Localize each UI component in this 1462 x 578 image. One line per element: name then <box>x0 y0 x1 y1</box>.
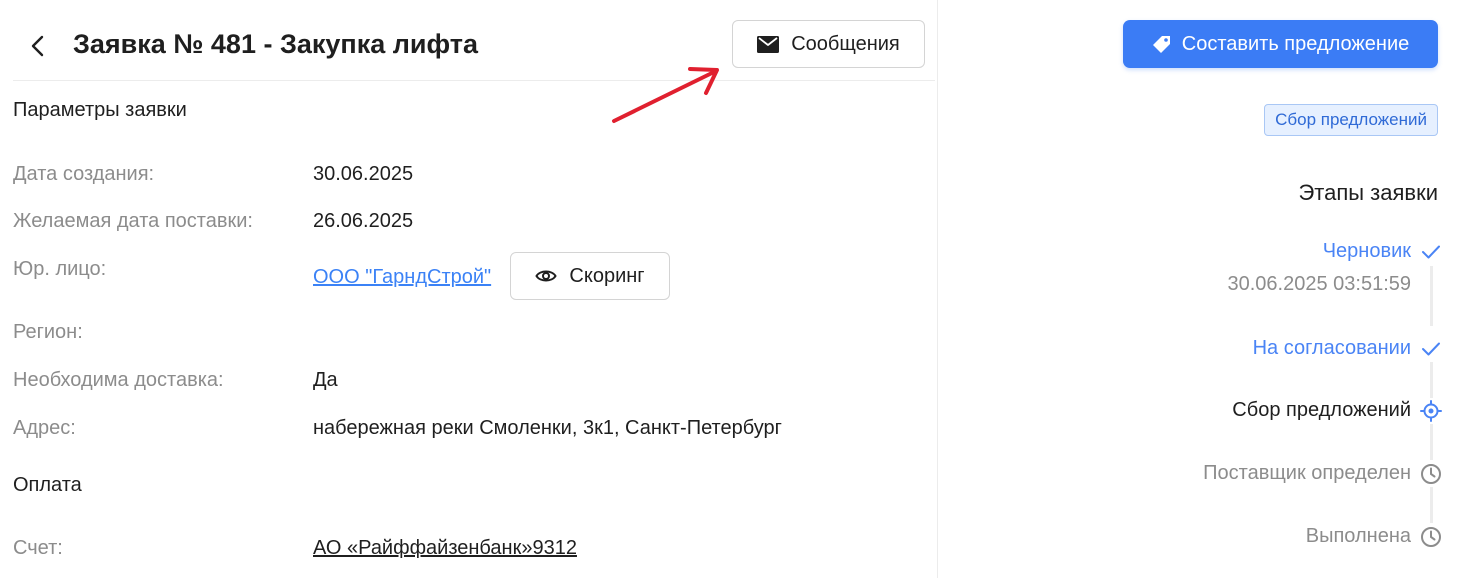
scoring-button-label: Скоринг <box>569 264 645 287</box>
params-section-title: Параметры заявки <box>13 99 187 121</box>
timeline-connector <box>1430 362 1433 398</box>
payment-section-title: Оплата <box>13 474 82 496</box>
request-sidebar: Составить предложение Сбор предложений Э… <box>938 0 1462 578</box>
clock-icon <box>1419 525 1443 549</box>
back-button[interactable] <box>24 30 52 62</box>
stages-title: Этапы заявки <box>1298 180 1438 205</box>
chevron-left-icon <box>31 35 44 57</box>
messages-button-label: Сообщения <box>791 32 900 55</box>
eye-icon <box>535 270 558 282</box>
request-details-panel: Заявка № 481 - Закупка лифта Сообщения П… <box>0 0 938 578</box>
timeline-connector <box>1430 424 1433 460</box>
stage-completed: Выполнена <box>1305 525 1411 547</box>
check-icon <box>1419 240 1443 264</box>
created-date-label: Дата создания: <box>13 163 155 185</box>
header-divider <box>13 80 935 81</box>
messages-button[interactable]: Сообщения <box>732 20 925 68</box>
stage-supplier-selected: Поставщик определен <box>1203 462 1411 484</box>
envelope-icon <box>757 35 780 53</box>
delivery-date-value: 26.06.2025 <box>313 210 414 232</box>
legal-entity-link[interactable]: ООО "ГарндСтрой" <box>313 266 491 289</box>
account-label: Счет: <box>13 537 63 559</box>
stage-draft-time: 30.06.2025 03:51:59 <box>1227 273 1411 295</box>
stage-approval: На согласовании <box>1252 337 1411 359</box>
stage-draft: Черновик <box>1322 240 1411 262</box>
tag-icon <box>1152 36 1170 53</box>
make-offer-button[interactable]: Составить предложение <box>1123 20 1438 68</box>
region-label: Регион: <box>13 321 83 343</box>
address-label: Адрес: <box>13 417 76 439</box>
delivery-required-label: Необходима доставка: <box>13 369 224 391</box>
annotation-arrow-icon <box>612 67 719 123</box>
status-badge: Сбор предложений <box>1264 104 1438 136</box>
created-date-value: 30.06.2025 <box>313 163 414 185</box>
clock-icon <box>1419 462 1443 486</box>
delivery-required-value: Да <box>313 369 338 391</box>
check-icon <box>1419 337 1443 361</box>
delivery-date-label: Желаемая дата поставки: <box>13 210 253 232</box>
scoring-button[interactable]: Скоринг <box>510 252 670 300</box>
page-title: Заявка № 481 - Закупка лифта <box>73 29 479 59</box>
legal-entity-label: Юр. лицо: <box>13 258 107 280</box>
timeline-connector <box>1430 266 1433 326</box>
make-offer-button-label: Составить предложение <box>1181 32 1410 55</box>
target-icon <box>1419 399 1443 423</box>
timeline-connector <box>1430 487 1433 523</box>
address-value: набережная реки Смоленки, 3к1, Санкт-Пет… <box>313 417 782 439</box>
account-link[interactable]: АО «Райффайзенбанк»9312 <box>313 537 577 560</box>
stage-collecting-offers: Сбор предложений <box>1232 399 1411 421</box>
